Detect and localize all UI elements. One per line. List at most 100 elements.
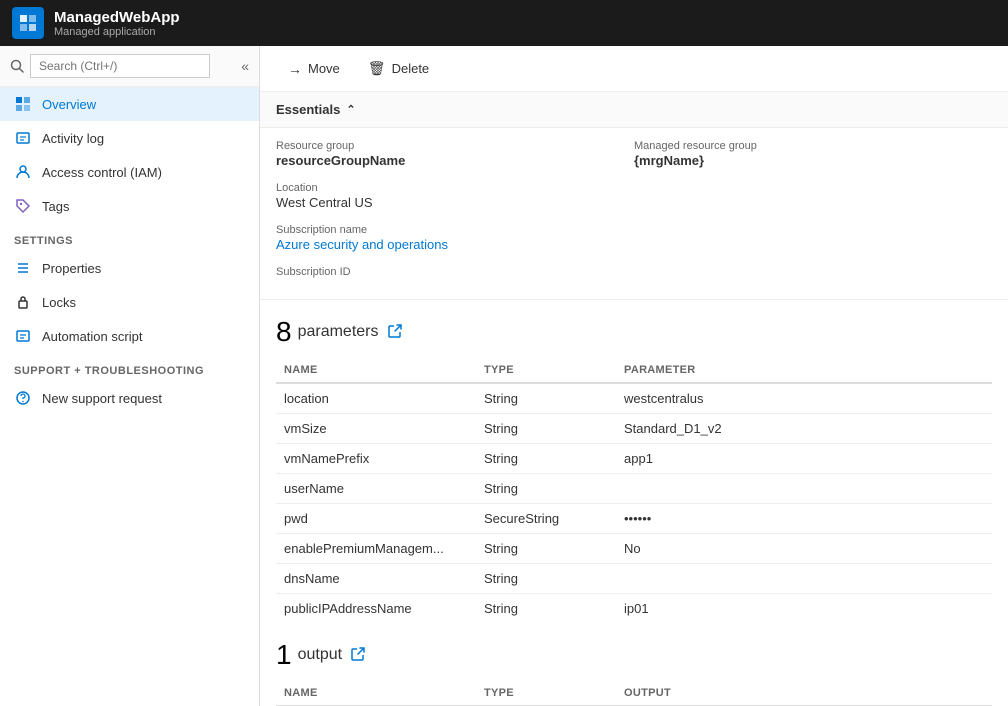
param-name: publicIPAddressName <box>276 594 476 624</box>
top-header: ManagedWebApp Managed application <box>0 0 1008 46</box>
param-value <box>616 474 992 504</box>
table-row: dnsName String <box>276 564 992 594</box>
app-name: ManagedWebApp <box>54 9 180 26</box>
sidebar-item-support[interactable]: New support request <box>0 381 259 415</box>
parameters-col-type: TYPE <box>476 358 616 383</box>
table-row: vmNamePrefix String app1 <box>276 444 992 474</box>
parameters-table: NAME TYPE PARAMETER location String west… <box>276 358 992 623</box>
outputs-col-type: TYPE <box>476 681 616 706</box>
parameters-link-icon[interactable] <box>387 323 403 342</box>
sidebar-item-overview[interactable]: Overview <box>0 87 259 121</box>
overview-icon <box>14 95 32 113</box>
sidebar: « Overview Activity l <box>0 46 260 706</box>
param-type: String <box>476 594 616 624</box>
param-value: Standard_D1_v2 <box>616 414 992 444</box>
sidebar-item-iam-label: Access control (IAM) <box>42 165 162 180</box>
param-name: vmNamePrefix <box>276 444 476 474</box>
table-row: location String westcentralus <box>276 383 992 414</box>
essentials-header[interactable]: Essentials ⌃ <box>260 92 1008 128</box>
param-type: String <box>476 444 616 474</box>
param-type: String <box>476 383 616 414</box>
outputs-count: 1 <box>276 639 292 671</box>
sidebar-item-properties-label: Properties <box>42 261 101 276</box>
sidebar-item-locks[interactable]: Locks <box>0 285 259 319</box>
subscription-name-field: Subscription name Azure security and ope… <box>276 224 634 252</box>
sidebar-item-overview-label: Overview <box>42 97 96 112</box>
param-value: ip01 <box>616 594 992 624</box>
properties-icon <box>14 259 32 277</box>
subscription-name-label: Subscription name <box>276 224 634 236</box>
sidebar-item-support-label: New support request <box>42 391 162 406</box>
param-type: SecureString <box>476 504 616 534</box>
tag-icon <box>14 197 32 215</box>
subscription-name-value[interactable]: Azure security and operations <box>276 237 448 252</box>
outputs-link-icon[interactable] <box>350 646 366 665</box>
essentials-title: Essentials <box>276 102 340 117</box>
main-layout: « Overview Activity l <box>0 46 1008 706</box>
managed-rg-label: Managed resource group <box>634 140 992 152</box>
param-type: String <box>476 474 616 504</box>
table-row: vmSize String Standard_D1_v2 <box>276 414 992 444</box>
toolbar: → Move 🗑 Delete <box>260 46 1008 92</box>
table-row: enablePremiumManagem... String No <box>276 534 992 564</box>
search-icon <box>10 59 24 73</box>
app-subtitle: Managed application <box>54 26 180 38</box>
resource-group-field: Resource group resourceGroupName <box>276 140 634 168</box>
outputs-col-output: OUTPUT <box>616 681 992 706</box>
sidebar-item-automation-label: Automation script <box>42 329 142 344</box>
support-icon <box>14 389 32 407</box>
move-icon: → <box>288 61 302 77</box>
managed-rg-value: {mrgName} <box>634 153 992 168</box>
param-type: String <box>476 414 616 444</box>
resource-group-label: Resource group <box>276 140 634 152</box>
param-name: location <box>276 383 476 414</box>
sidebar-item-tags[interactable]: Tags <box>0 189 259 223</box>
sidebar-item-iam[interactable]: Access control (IAM) <box>0 155 259 189</box>
essentials-right: Managed resource group {mrgName} <box>634 140 992 287</box>
search-bar: « <box>0 46 259 87</box>
parameters-count: 8 <box>276 316 292 348</box>
param-value <box>616 564 992 594</box>
table-row: userName String <box>276 474 992 504</box>
essentials-body: Resource group resourceGroupName Locatio… <box>260 128 1008 300</box>
move-button[interactable]: → Move <box>276 55 352 83</box>
search-input[interactable] <box>30 54 210 78</box>
content-area: → Move 🗑 Delete Essentials ⌃ Resource gr… <box>260 46 1008 706</box>
table-row: publicIPAddressName String ip01 <box>276 594 992 624</box>
param-value: app1 <box>616 444 992 474</box>
location-field: Location West Central US <box>276 182 634 210</box>
iam-icon <box>14 163 32 181</box>
outputs-table: NAME TYPE OUTPUT applicationEndpoint Str… <box>276 681 992 706</box>
sidebar-item-automation[interactable]: Automation script <box>0 319 259 353</box>
param-name: userName <box>276 474 476 504</box>
param-name: vmSize <box>276 414 476 444</box>
outputs-col-name: NAME <box>276 681 476 706</box>
activity-log-icon <box>14 129 32 147</box>
parameters-col-name: NAME <box>276 358 476 383</box>
sidebar-item-activity-log[interactable]: Activity log <box>0 121 259 155</box>
subscription-id-label: Subscription ID <box>276 266 634 278</box>
lock-icon <box>14 293 32 311</box>
sidebar-item-properties[interactable]: Properties <box>0 251 259 285</box>
location-value: West Central US <box>276 195 634 210</box>
param-value: •••••• <box>616 504 992 534</box>
delete-button[interactable]: 🗑 Delete <box>356 54 441 83</box>
collapse-sidebar-button[interactable]: « <box>241 58 249 74</box>
table-row: pwd SecureString •••••• <box>276 504 992 534</box>
param-type: String <box>476 534 616 564</box>
essentials-left: Resource group resourceGroupName Locatio… <box>276 140 634 287</box>
outputs-label: output <box>298 646 342 664</box>
param-type: String <box>476 564 616 594</box>
sidebar-item-locks-label: Locks <box>42 295 76 310</box>
parameters-title: 8 parameters <box>276 316 992 348</box>
param-name: enablePremiumManagem... <box>276 534 476 564</box>
sidebar-item-tags-label: Tags <box>42 199 69 214</box>
parameters-col-parameter: PARAMETER <box>616 358 992 383</box>
app-title-block: ManagedWebApp Managed application <box>54 9 180 38</box>
app-logo-icon <box>12 7 44 39</box>
param-name: pwd <box>276 504 476 534</box>
managed-rg-field: Managed resource group {mrgName} <box>634 140 992 168</box>
location-label: Location <box>276 182 634 194</box>
param-value: westcentralus <box>616 383 992 414</box>
outputs-title: 1 output <box>276 639 992 671</box>
